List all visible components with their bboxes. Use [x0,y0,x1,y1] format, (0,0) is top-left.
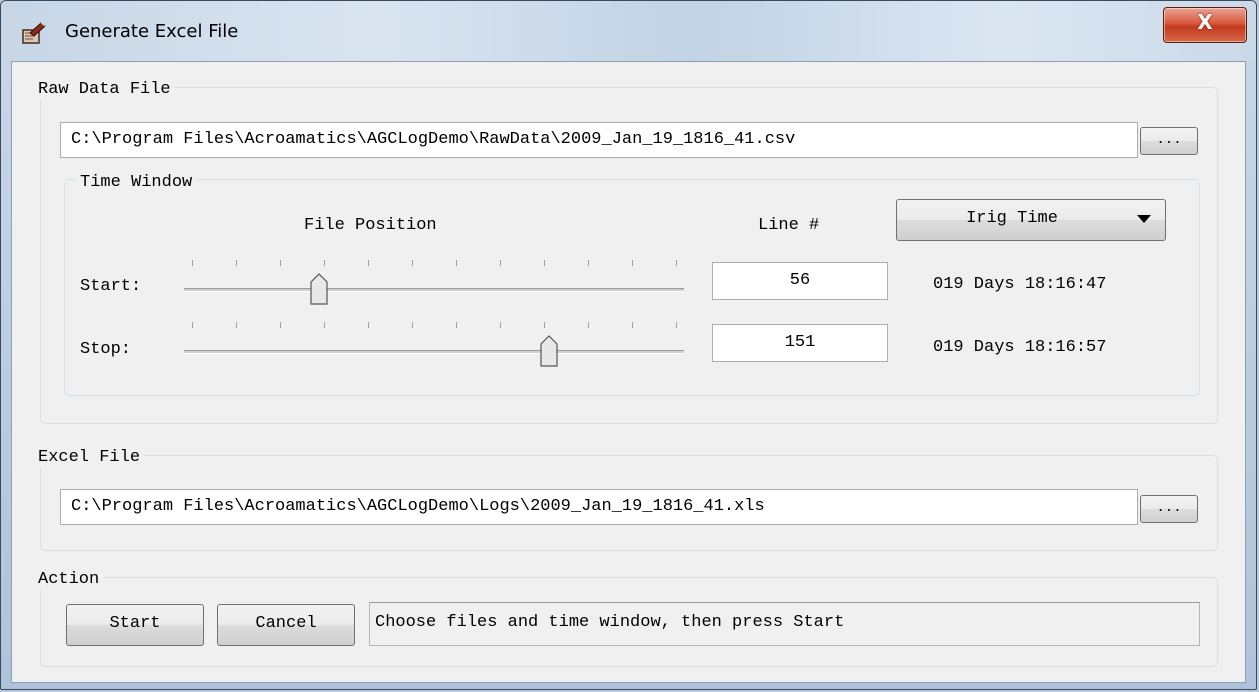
window-title: Generate Excel File [65,21,239,42]
generate-excel-window: Generate Excel File X Raw Data File C:\P… [0,0,1257,690]
raw-data-path-input[interactable]: C:\Program Files\Acroamatics\AGCLogDemo\… [60,122,1138,158]
slider-tick [412,322,413,328]
slider-tick [544,322,545,328]
status-text: Choose files and time window, then press… [369,602,1200,646]
slider-track [184,288,684,292]
slider-tick [500,322,501,328]
slider-tick [588,322,589,328]
stop-time-value: 019 Days 18:16:57 [933,338,1107,357]
time-format-dropdown[interactable]: Irig Time [896,199,1166,241]
stop-line-input[interactable]: 151 [712,324,888,362]
close-icon: X [1197,10,1213,34]
file-position-header: File Position [304,216,437,235]
start-button[interactable]: Start [66,604,204,646]
slider-tick [632,322,633,328]
excel-file-label: Excel File [34,448,145,468]
time-window-label: Time Window [76,173,197,193]
slider-tick [412,260,413,266]
slider-tick [192,260,193,266]
slider-tick [280,260,281,266]
slider-tick [456,322,457,328]
slider-tick [544,260,545,266]
start-time-value: 019 Days 18:16:47 [933,275,1107,294]
title-bar[interactable]: Generate Excel File X [1,1,1256,61]
action-label: Action [34,570,104,590]
raw-data-file-label: Raw Data File [34,80,175,100]
slider-tick [500,260,501,266]
slider-tick [368,260,369,266]
slider-thumb[interactable] [539,335,559,367]
raw-data-browse-button[interactable]: ... [1140,127,1198,155]
stop-position-slider[interactable] [184,322,684,382]
slider-tick [676,322,677,328]
time-format-selected: Irig Time [966,209,1058,228]
slider-thumb[interactable] [309,273,329,305]
start-line-input[interactable]: 56 [712,262,888,300]
dropdown-arrow-icon [1137,215,1151,223]
slider-tick [368,322,369,328]
excel-path-input[interactable]: C:\Program Files\Acroamatics\AGCLogDemo\… [60,489,1138,525]
slider-tick [236,260,237,266]
slider-tick [676,260,677,266]
slider-tick [588,260,589,266]
start-position-slider[interactable] [184,260,684,320]
slider-tick [236,322,237,328]
close-button[interactable]: X [1163,7,1247,43]
slider-tick [280,322,281,328]
slider-tick [324,260,325,266]
slider-tick [324,322,325,328]
line-number-header: Line # [758,216,820,235]
slider-tick [632,260,633,266]
stop-label: Stop: [80,340,132,359]
dialog-body: Raw Data File C:\Program Files\Acroamati… [11,61,1246,683]
slider-tick [456,260,457,266]
slider-tick [192,322,193,328]
start-label: Start: [80,277,142,296]
cancel-button[interactable]: Cancel [217,604,355,646]
app-icon [22,22,46,44]
excel-browse-button[interactable]: ... [1140,495,1198,523]
slider-track [184,350,684,354]
